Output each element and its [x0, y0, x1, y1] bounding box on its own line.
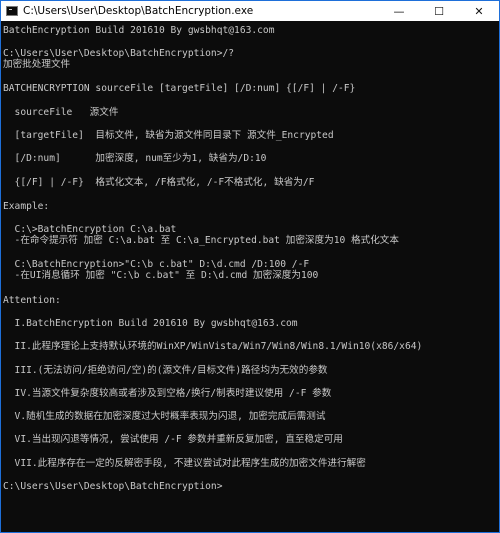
maximize-button[interactable]: ☐ [419, 1, 459, 21]
console-line-example-1-desc: -在命令提示符 加密 C:\a.bat 至 C:\a_Encrypted.bat… [3, 235, 399, 246]
console-line-attention-7: VII.此程序存在一定的反解密手段, 不建议尝试对此程序生成的加密文件进行解密 [3, 458, 366, 469]
console-app-icon [6, 6, 18, 16]
console-line-param-format: {[/F] | /-F} 格式化文本, /F格式化, /-F不格式化, 缺省为/… [3, 177, 315, 188]
console-line-param-target: [targetFile] 目标文件, 缺省为源文件同目录下 源文件_Encryp… [3, 130, 334, 141]
console-line-usage: BATCHENCRYPTION sourceFile [targetFile] … [3, 83, 356, 94]
console-line-attention-2: II.此程序理论上支持默认环境的WinXP/WinVista/Win7/Win8… [3, 341, 423, 352]
console-output[interactable]: BatchEncryption Build 201610 By gwsbhqt@… [1, 21, 499, 532]
console-line-attention-5: V.随机生成的数据在加密深度过大时概率表现为闪退, 加密完成后需测试 [3, 411, 326, 422]
window-title: C:\Users\User\Desktop\BatchEncryption.ex… [23, 5, 254, 17]
console-line-attention-3: III.(无法访问/拒绝访问/空)的(源文件/目标文件)路径均为无效的参数 [3, 365, 328, 376]
minimize-button[interactable]: — [379, 1, 419, 21]
console-window: C:\Users\User\Desktop\BatchEncryption.ex… [0, 0, 500, 533]
console-line-attention-6: VI.当出现闪退等情况, 尝试使用 /-F 参数并重新反复加密, 直至稳定可用 [3, 434, 343, 445]
console-line-banner: BatchEncryption Build 201610 By gwsbhqt@… [3, 25, 275, 36]
console-line-prompt: C:\Users\User\Desktop\BatchEncryption> [3, 481, 223, 492]
console-line-example-header: Example: [3, 201, 50, 212]
console-line-attention-header: Attention: [3, 295, 61, 306]
console-line-param-source: sourceFile 源文件 [3, 107, 119, 118]
console-line-attention-1: I.BatchEncryption Build 201610 By gwsbhq… [3, 318, 298, 329]
console-line-attention-4: IV.当源文件复杂度较高或者涉及到空格/换行/制表时建议使用 /-F 参数 [3, 388, 332, 399]
console-line-example-2-desc: -在UI消息循环 加密 "C:\b c.bat" 至 D:\d.cmd 加密深度… [3, 270, 319, 281]
title-bar[interactable]: C:\Users\User\Desktop\BatchEncryption.ex… [1, 1, 499, 21]
console-line-param-depth: [/D:num] 加密深度, num至少为1, 缺省为/D:10 [3, 153, 267, 164]
close-button[interactable]: ✕ [459, 1, 499, 21]
console-line-description: 加密批处理文件 [3, 59, 71, 70]
